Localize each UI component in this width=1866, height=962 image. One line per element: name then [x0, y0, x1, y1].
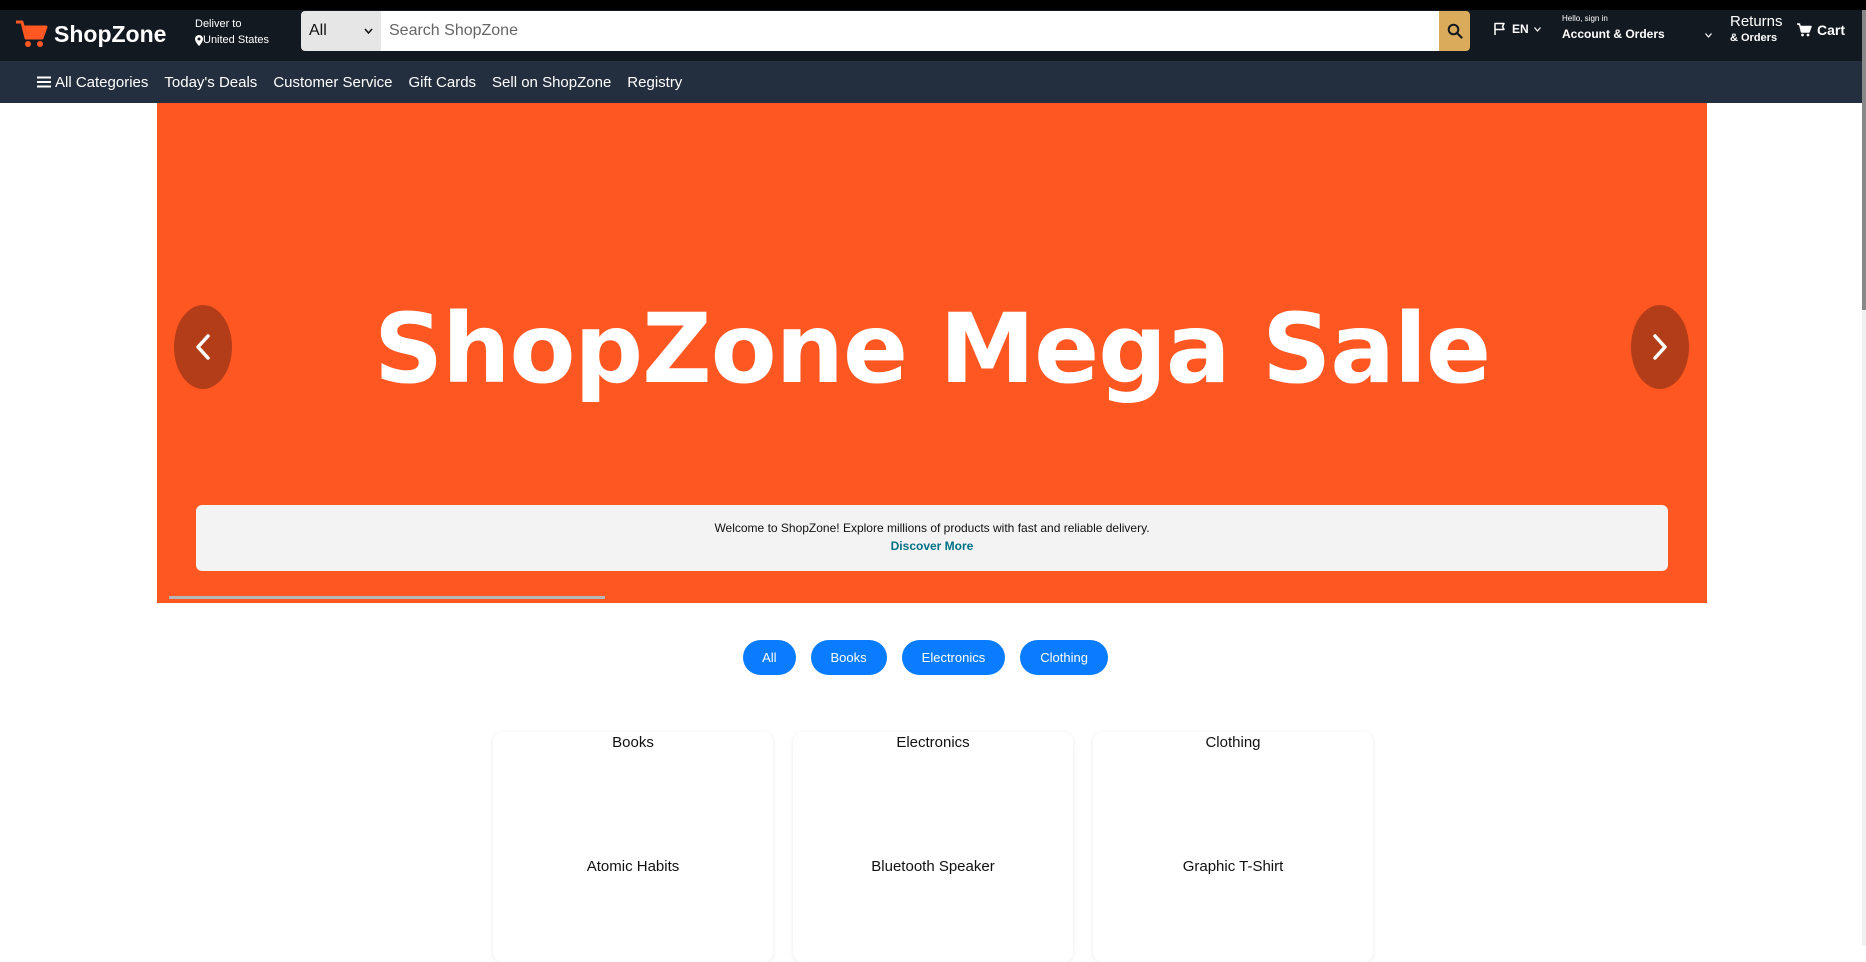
product-category: Clothing — [1205, 734, 1261, 751]
carousel-next-button[interactable] — [1631, 305, 1689, 389]
nav-bar: All Categories Today's Deals Customer Se… — [0, 61, 1862, 103]
chevron-right-icon — [1653, 334, 1667, 360]
account-menu[interactable]: Hello, sign in Account & Orders — [1562, 14, 1712, 41]
nav-item-customer-service[interactable]: Customer Service — [273, 74, 392, 91]
filter-all[interactable]: All — [743, 640, 796, 675]
chevron-down-icon — [1705, 33, 1712, 38]
chevron-down-icon — [364, 28, 373, 34]
deliver-to[interactable]: Deliver to United States — [195, 16, 269, 48]
deliver-location: United States — [203, 34, 270, 46]
nav-item-registry[interactable]: Registry — [627, 74, 682, 91]
product-category: Electronics — [896, 734, 970, 751]
nav-item-todays-deals[interactable]: Today's Deals — [164, 74, 257, 91]
logo[interactable]: ShopZone — [14, 14, 166, 54]
scrollbar-thumb[interactable] — [1862, 10, 1866, 310]
nav-item-label: Registry — [627, 73, 683, 91]
cart-logo-icon — [16, 20, 48, 47]
flag-icon — [1494, 22, 1505, 35]
nav-item-gift-cards[interactable]: Gift Cards — [409, 74, 477, 91]
hero-carousel: ShopZone Mega Sale Welcome to ShopZone! … — [157, 103, 1707, 603]
filter-clothing[interactable]: Clothing — [1020, 640, 1108, 675]
nav-item-label: All Categories — [55, 73, 149, 91]
returns-label: Returns — [1730, 13, 1783, 30]
carousel-progress — [169, 596, 605, 599]
category-filters: All Books Electronics Clothing — [0, 640, 1866, 675]
search-category-select[interactable]: All — [301, 11, 381, 51]
cart-label: Cart — [1817, 22, 1846, 38]
search-category-value: All — [309, 22, 327, 39]
product-name[interactable]: Atomic Habits — [493, 858, 773, 875]
product-name[interactable]: Bluetooth Speaker — [793, 858, 1073, 875]
returns-orders[interactable]: Returns & Orders — [1730, 14, 1783, 46]
header: ShopZone Deliver to United States All EN… — [0, 10, 1862, 61]
account-label: Account & Orders — [1562, 27, 1665, 41]
nav-item-label: Today's Deals — [164, 73, 258, 91]
nav-item-all-categories[interactable]: All Categories — [37, 74, 148, 91]
cart-button[interactable]: Cart — [1796, 22, 1845, 38]
cart-icon — [1797, 23, 1812, 37]
nav-item-sell[interactable]: Sell on ShopZone — [492, 74, 611, 91]
filter-electronics[interactable]: Electronics — [901, 640, 1006, 675]
search-icon — [1447, 23, 1463, 39]
menu-icon — [37, 76, 51, 88]
product-name[interactable]: Graphic T-Shirt — [1093, 858, 1373, 875]
product-card[interactable]: Books Atomic Habits — [493, 732, 773, 962]
language-selector[interactable]: EN — [1493, 22, 1541, 36]
product-card[interactable]: Electronics Bluetooth Speaker — [793, 732, 1073, 962]
product-card[interactable]: Clothing Graphic T-Shirt — [1093, 732, 1373, 962]
nav-item-label: Sell on ShopZone — [492, 73, 612, 91]
logo-text: ShopZone — [54, 20, 167, 47]
product-grid: Books Atomic Habits Electronics Bluetoot… — [493, 732, 1373, 962]
product-category: Books — [612, 734, 654, 751]
chevron-left-icon — [196, 334, 210, 360]
search-button[interactable] — [1439, 11, 1470, 51]
page-scrollbar[interactable] — [1862, 10, 1866, 946]
carousel-prev-button[interactable] — [174, 305, 232, 389]
language-label: EN — [1512, 22, 1529, 36]
nav-item-label: Customer Service — [273, 73, 393, 91]
discover-more-link[interactable]: Discover More — [891, 539, 974, 553]
welcome-text: Welcome to ShopZone! Explore millions of… — [714, 521, 1150, 535]
chevron-down-icon — [1533, 26, 1541, 32]
account-greeting: Hello, sign in — [1562, 14, 1608, 23]
filter-books[interactable]: Books — [810, 640, 887, 675]
search-bar: All — [301, 11, 1470, 51]
welcome-banner: Welcome to ShopZone! Explore millions of… — [196, 505, 1668, 571]
orders-label: & Orders — [1730, 32, 1778, 44]
location-pin-icon — [195, 34, 203, 46]
nav-item-label: Gift Cards — [408, 73, 477, 91]
deliver-label: Deliver to — [195, 18, 242, 30]
hero-title: ShopZone Mega Sale — [373, 293, 1491, 405]
top-edge — [0, 0, 1866, 10]
search-input[interactable] — [381, 11, 1439, 51]
